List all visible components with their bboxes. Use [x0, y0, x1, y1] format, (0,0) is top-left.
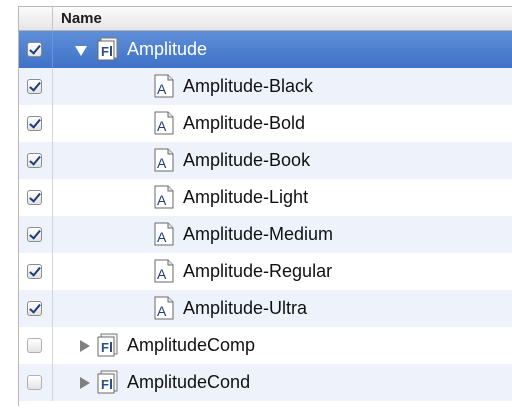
font-row-amplitude-black[interactable]: A Amplitude-Black: [19, 68, 512, 105]
font-file-icon: A: [154, 111, 174, 135]
font-file-icon: A: [154, 185, 174, 209]
enable-checkbox[interactable]: [27, 375, 42, 390]
enable-checkbox[interactable]: [27, 338, 42, 353]
font-label: Amplitude-Black: [183, 76, 314, 96]
font-list-view: Name F Amplitude A Amplitude-Black A Amp…: [18, 6, 512, 406]
family-row-amplitude[interactable]: F Amplitude: [19, 31, 512, 68]
disclosure-triangle-open-icon[interactable]: [75, 46, 87, 56]
svg-text:A: A: [157, 81, 167, 97]
enable-checkbox[interactable]: [27, 301, 42, 316]
font-family-suitcase-icon: F: [97, 37, 118, 61]
font-row-amplitude-ultra[interactable]: A Amplitude-Ultra: [19, 290, 512, 327]
family-label: Amplitude: [127, 39, 208, 59]
font-file-icon: A: [154, 222, 174, 246]
column-header: Name: [19, 7, 512, 31]
font-file-icon: A: [154, 296, 174, 320]
enable-checkbox[interactable]: [27, 264, 42, 279]
family-label: AmplitudeComp: [127, 335, 256, 355]
font-label: Amplitude-Ultra: [183, 298, 308, 318]
svg-text:A: A: [157, 303, 167, 319]
font-file-icon: A: [154, 259, 174, 283]
svg-text:F: F: [101, 377, 109, 392]
font-list: F Amplitude A Amplitude-Black A Amplitud…: [19, 31, 512, 401]
font-family-suitcase-icon: F: [97, 333, 118, 357]
svg-text:A: A: [157, 266, 167, 282]
font-label: Amplitude-Book: [183, 150, 311, 170]
font-family-suitcase-icon: F: [97, 370, 118, 394]
enable-checkbox[interactable]: [27, 42, 42, 57]
svg-text:F: F: [101, 340, 109, 355]
svg-text:F: F: [101, 44, 109, 59]
font-label: Amplitude-Medium: [183, 224, 334, 244]
svg-text:A: A: [157, 229, 167, 245]
font-label: Amplitude-Regular: [183, 261, 333, 281]
enable-checkbox[interactable]: [27, 79, 42, 94]
disclosure-triangle-closed-icon[interactable]: [80, 377, 90, 389]
enable-checkbox[interactable]: [27, 190, 42, 205]
family-label: AmplitudeCond: [127, 372, 251, 392]
enable-checkbox[interactable]: [27, 116, 42, 131]
svg-text:A: A: [157, 155, 167, 171]
svg-text:A: A: [157, 192, 167, 208]
font-row-amplitude-regular[interactable]: A Amplitude-Regular: [19, 253, 512, 290]
enable-checkbox[interactable]: [27, 153, 42, 168]
font-label: Amplitude-Bold: [183, 113, 306, 133]
svg-text:A: A: [157, 118, 167, 134]
font-row-amplitude-light[interactable]: A Amplitude-Light: [19, 179, 512, 216]
disclosure-triangle-closed-icon[interactable]: [80, 340, 90, 352]
font-row-amplitude-book[interactable]: A Amplitude-Book: [19, 142, 512, 179]
enable-checkbox[interactable]: [27, 227, 42, 242]
font-label: Amplitude-Light: [183, 187, 309, 207]
font-file-icon: A: [154, 148, 174, 172]
font-row-amplitude-bold[interactable]: A Amplitude-Bold: [19, 105, 512, 142]
family-row-amplitudecond[interactable]: F AmplitudeCond: [19, 364, 512, 401]
checkbox-column-header[interactable]: [19, 7, 53, 30]
font-row-amplitude-medium[interactable]: A Amplitude-Medium: [19, 216, 512, 253]
name-column-header[interactable]: Name: [61, 10, 102, 27]
font-file-icon: A: [154, 74, 174, 98]
family-row-amplitudecomp[interactable]: F AmplitudeComp: [19, 327, 512, 364]
